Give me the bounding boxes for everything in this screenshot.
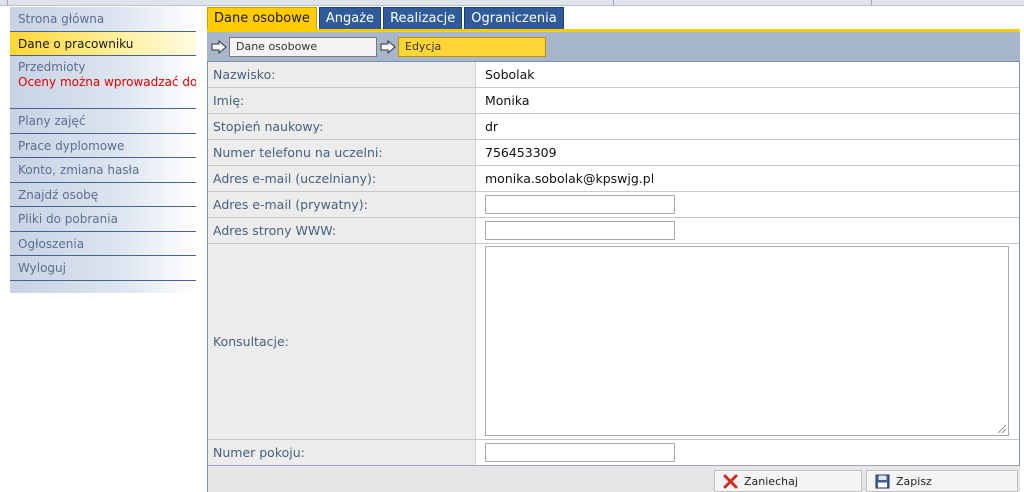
sidebar-item-dane-o-pracowniku[interactable]: Dane o pracowniku — [10, 31, 196, 56]
field-label: Stopień naukowy: — [208, 114, 476, 139]
red-x-icon — [723, 474, 738, 488]
top-strip-segment — [0, 0, 8, 5]
sidebar-nav: Strona główna Dane o pracowniku Przedmio… — [10, 7, 196, 293]
konsultacje-textarea[interactable] — [485, 246, 1009, 436]
sidebar-item-prace-dyplomowe[interactable]: Prace dyplomowe — [10, 133, 196, 158]
field-label: Adres e-mail (uczelniany): — [208, 165, 476, 191]
breadcrumb: Dane osobowe Edycja — [207, 32, 1020, 62]
cancel-button-label: Zaniechaj — [744, 474, 798, 488]
telefon-value: 756453309 — [476, 140, 1019, 165]
field-label: Adres strony WWW: — [208, 217, 476, 243]
form-row-konsultacje: Konsultacje: — [208, 243, 1019, 440]
arrow-right-icon — [211, 40, 227, 54]
sidebar-item-pliki[interactable]: Pliki do pobrania — [10, 207, 196, 232]
breadcrumb-step-edycja: Edycja — [398, 37, 546, 57]
field-label: Adres e-mail (prywatny): — [208, 191, 476, 217]
form-row-imie: Imię: Monika — [208, 88, 1019, 114]
cancel-button[interactable]: Zaniechaj — [714, 470, 862, 492]
tab-realizacje[interactable]: Realizacje — [383, 7, 463, 29]
sidebar-item-plany-zajec[interactable]: Plany zajęć — [10, 109, 196, 134]
sidebar-item-strona-glowna[interactable]: Strona główna — [10, 7, 196, 32]
top-strip-segment — [8, 0, 614, 5]
sidebar-item-wyloguj[interactable]: Wyloguj — [10, 256, 196, 281]
email-uczelniany-value: monika.sobolak@kpswjg.pl — [476, 165, 1019, 191]
save-button[interactable]: Zapisz — [866, 470, 1018, 492]
grade-deadline-notice: Oceny można wprowadzać do: 2016-02-16 — [18, 75, 196, 89]
pokoj-input[interactable] — [485, 442, 675, 462]
sidebar-tail — [10, 280, 196, 293]
form-row-telefon: Numer telefonu na uczelni: 756453309 — [208, 140, 1019, 166]
sidebar-item-znajdz-osobe[interactable]: Znajdź osobę — [10, 182, 196, 207]
field-label: Nazwisko: — [208, 62, 476, 87]
sidebar-item-konto[interactable]: Konto, zmiana hasła — [10, 158, 196, 183]
top-strip-segment — [614, 0, 872, 5]
nazwisko-value: Sobolak — [476, 62, 1019, 87]
field-label: Konsultacje: — [208, 243, 476, 439]
main-panel: Dane osobowe Angaże Realizacje Ogranicze… — [207, 7, 1020, 492]
imie-value: Monika — [476, 88, 1019, 113]
stopien-value: dr — [476, 114, 1019, 139]
resize-grip-icon[interactable] — [998, 425, 1006, 433]
form-row-nazwisko: Nazwisko: Sobolak — [208, 62, 1019, 88]
form-row-stopien: Stopień naukowy: dr — [208, 114, 1019, 140]
tab-dane-osobowe[interactable]: Dane osobowe — [207, 7, 317, 29]
top-strip — [0, 0, 1024, 6]
arrow-right-icon — [380, 40, 396, 54]
floppy-disk-icon — [875, 474, 890, 488]
action-bar: Zaniechaj Zapisz — [207, 465, 1020, 492]
breadcrumb-step-dane-osobowe[interactable]: Dane osobowe — [229, 37, 377, 57]
sidebar-item-label: Przedmioty — [18, 60, 86, 74]
sidebar-item-ogloszenia[interactable]: Ogłoszenia — [10, 231, 196, 256]
www-input[interactable] — [485, 220, 675, 240]
form-row-www: Adres strony WWW: — [208, 217, 1019, 244]
field-label: Numer telefonu na uczelni: — [208, 140, 476, 165]
tab-bar: Dane osobowe Angaże Realizacje Ogranicze… — [207, 7, 566, 29]
form-row-email-prywatny: Adres e-mail (prywatny): — [208, 191, 1019, 218]
form-row-pokoj: Numer pokoju: — [208, 439, 1019, 466]
email-prywatny-input[interactable] — [485, 194, 675, 214]
tab-angaze[interactable]: Angaże — [318, 7, 382, 29]
form-row-email-uczelniany: Adres e-mail (uczelniany): monika.sobola… — [208, 165, 1019, 192]
field-label: Numer pokoju: — [208, 439, 476, 465]
field-label: Imię: — [208, 88, 476, 113]
tab-ograniczenia[interactable]: Ograniczenia — [464, 7, 564, 29]
sidebar-item-przedmioty[interactable]: Przedmioty Oceny można wprowadzać do: 20… — [10, 56, 196, 109]
personal-data-form: Nazwisko: Sobolak Imię: Monika Stopień n… — [207, 62, 1020, 466]
save-button-label: Zapisz — [896, 474, 932, 488]
